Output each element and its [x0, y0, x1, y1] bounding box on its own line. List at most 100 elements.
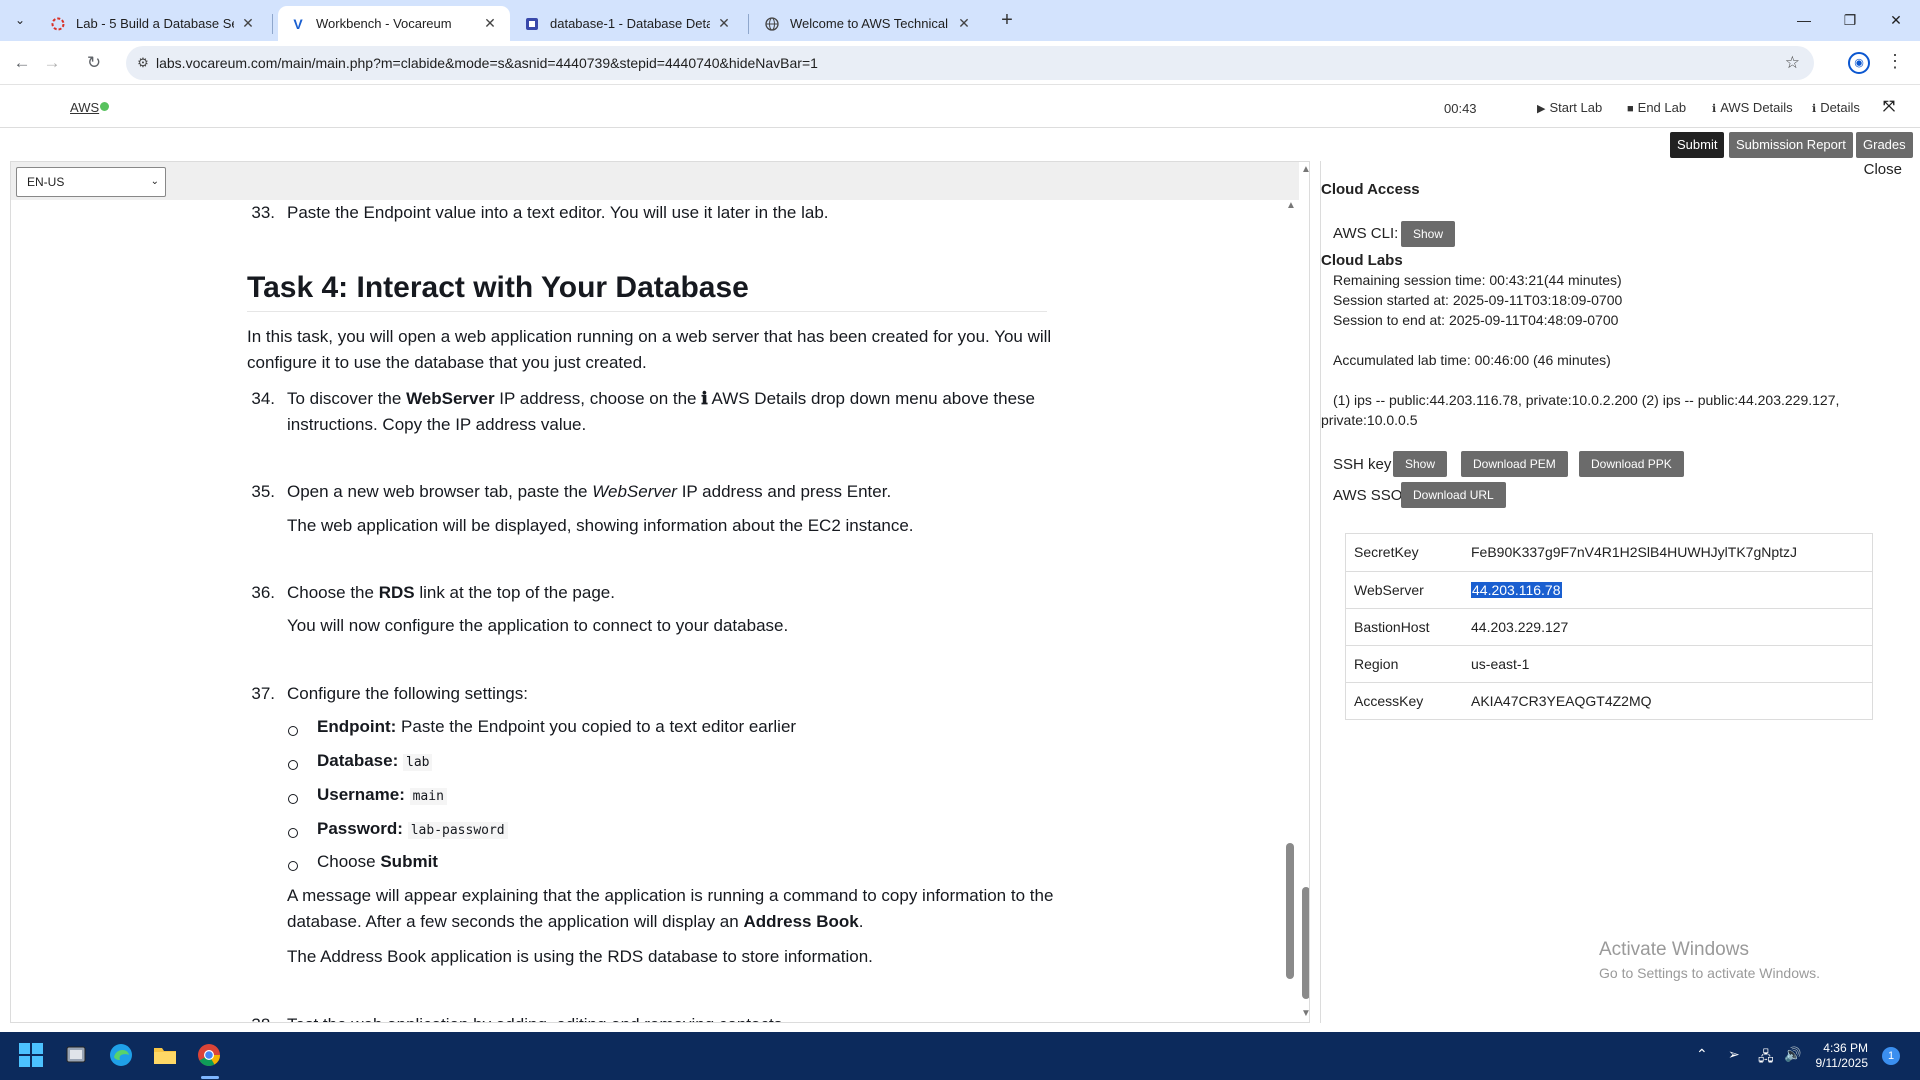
tab-divider — [272, 14, 273, 34]
language-select[interactable]: EN-US ⌄ — [16, 167, 166, 197]
step-note: The web application will be displayed, s… — [287, 516, 914, 535]
table-row: WebServer 44.203.116.78 — [1346, 571, 1872, 608]
profile-icon[interactable]: ◉ — [1848, 52, 1870, 74]
close-tab-icon[interactable]: ✕ — [482, 15, 498, 32]
row-value-selected[interactable]: 44.203.116.78 — [1471, 582, 1562, 598]
content-scrollbar-thumb[interactable] — [1286, 843, 1294, 979]
row-key: AccessKey — [1354, 693, 1424, 709]
step-text: Test the web application by adding, edit… — [287, 1012, 1067, 1022]
vocareum-top-bar: AWS 00:43 ▶ Start Lab ■ End Lab ℹ AWS Detai… — [0, 86, 1920, 128]
step-text: To discover the WebServer IP address, ch… — [287, 386, 1067, 438]
window-close-icon[interactable]: ✕ — [1876, 8, 1916, 32]
row-value[interactable]: us-east-1 — [1471, 656, 1529, 672]
language-selected-value: EN-US — [27, 175, 65, 189]
bullet-label: Database: — [317, 751, 399, 770]
tab-search-chevron-icon[interactable]: ⌄ — [8, 8, 32, 32]
start-lab-button[interactable]: ▶ Start Lab — [1537, 100, 1602, 115]
tab-aws-essentials[interactable]: Welcome to AWS Technical Esse ✕ — [752, 6, 984, 41]
accumulated-time: Accumulated lab time: 00:46:00 (46 minut… — [1333, 352, 1611, 368]
chrome-browser-icon[interactable] — [196, 1042, 224, 1070]
details-button[interactable]: ℹ Details — [1812, 100, 1860, 115]
close-tab-icon[interactable]: ✕ — [716, 15, 732, 32]
lab-status-indicator-icon — [100, 102, 109, 111]
panel-scrollbar[interactable]: ▲ ▼ — [1301, 162, 1309, 1022]
download-url-button[interactable]: Download URL — [1401, 482, 1506, 508]
fullscreen-expand-icon[interactable]: ⤧ — [1883, 98, 1895, 115]
location-icon[interactable]: ➢ — [1728, 1046, 1740, 1063]
site-info-icon[interactable]: ⚙ — [134, 54, 152, 72]
row-value[interactable]: 44.203.229.127 — [1471, 619, 1568, 635]
tab-workbench[interactable]: V Workbench - Vocareum ✕ — [278, 6, 510, 41]
close-tab-icon[interactable]: ✕ — [240, 15, 256, 32]
download-ppk-button[interactable]: Download PPK — [1579, 451, 1684, 477]
scroll-up-icon[interactable]: ▲ — [1286, 200, 1296, 211]
table-row: SecretKey FeB90K337g9F7nV4R1H2SlB4HUWHJy… — [1346, 534, 1872, 571]
close-tab-icon[interactable]: ✕ — [956, 15, 972, 32]
vocareum-favicon-icon: V — [293, 15, 303, 32]
back-arrow-icon[interactable]: ← — [10, 51, 34, 75]
bookmark-star-icon[interactable]: ☆ — [1785, 53, 1800, 73]
grades-button[interactable]: Grades — [1856, 132, 1913, 158]
close-panel-button[interactable]: Close — [1864, 161, 1902, 178]
scroll-down-icon[interactable]: ▼ — [1301, 1008, 1309, 1019]
step-number: 35. — [251, 482, 275, 501]
clock-date: 9/11/2025 — [1815, 1056, 1869, 1070]
aws-details-button[interactable]: ℹ AWS Details — [1712, 100, 1793, 115]
end-lab-button[interactable]: ■ End Lab — [1627, 100, 1686, 115]
forward-arrow-icon[interactable]: → — [40, 51, 64, 75]
step-text-part: Choose the — [287, 583, 379, 602]
url-text[interactable]: labs.vocareum.com/main/main.php?m=clabid… — [156, 55, 818, 71]
minimize-icon[interactable]: — — [1784, 8, 1824, 32]
step-text: Configure the following settings: — [287, 684, 528, 703]
notification-badge[interactable]: 1 — [1882, 1047, 1900, 1065]
network-icon[interactable]: 🖧 — [1758, 1046, 1774, 1070]
session-started: Session started at: 2025-09-11T03:18:09-… — [1333, 292, 1623, 308]
browser-tab-bar: ⌄ Lab - 5 Build a Database Server ✕ V Wo… — [0, 0, 1920, 41]
step-text: Choose the RDS link at the top of the pa… — [287, 580, 1067, 606]
session-timer: 00:43 — [1444, 101, 1477, 116]
row-value[interactable]: FeB90K337g9F7nV4R1H2SlB4HUWHJylTK7gNptzJ — [1471, 544, 1797, 560]
taskbar-clock[interactable]: 4:36 PM 9/11/2025 — [1812, 1041, 1869, 1071]
edge-browser-icon[interactable] — [108, 1042, 136, 1070]
aws-console-link[interactable]: AWS — [70, 100, 99, 115]
aws-cli-show-button[interactable]: Show — [1401, 221, 1456, 247]
aws-sso-label: AWS SSO — [1333, 487, 1403, 504]
rds-favicon-icon — [524, 16, 540, 32]
heading-divider — [247, 311, 1047, 312]
bullet-text: Choose Submit — [317, 849, 1097, 875]
submit-button[interactable]: Submit — [1670, 132, 1725, 158]
task-view-icon[interactable] — [63, 1042, 91, 1070]
chevron-down-icon: ⌄ — [150, 176, 159, 187]
bullet-icon — [287, 754, 301, 770]
panel-scrollbar-thumb[interactable] — [1302, 887, 1309, 999]
content-scrollbar[interactable]: ▲ — [1283, 200, 1297, 1022]
address-bar[interactable]: ⚙ labs.vocareum.com/main/main.php?m=clab… — [126, 46, 1814, 80]
restore-icon[interactable]: ❐ — [1830, 8, 1870, 32]
bullet-code: main — [409, 788, 447, 805]
chrome-menu-icon[interactable]: ⋮ — [1886, 51, 1904, 72]
instructions-panel: EN-US ⌄ 33. Paste the Endpoint value int… — [10, 161, 1310, 1023]
step-text-part: IP address, choose on the — [494, 389, 702, 408]
tab-database[interactable]: database-1 - Database Details | ✕ — [512, 6, 744, 41]
language-bar: EN-US ⌄ — [11, 162, 1299, 200]
ssh-show-button[interactable]: Show — [1393, 451, 1448, 477]
tab-lab[interactable]: Lab - 5 Build a Database Server ✕ — [38, 6, 268, 41]
start-lab-label: Start Lab — [1549, 100, 1603, 115]
new-tab-plus-icon[interactable]: + — [993, 8, 1021, 32]
volume-icon[interactable]: 🔊 — [1784, 1046, 1801, 1063]
task-heading: Task 4: Interact with Your Database — [247, 271, 749, 304]
browser-toolbar: ← → ↻ ⚙ labs.vocareum.com/main/main.php?… — [0, 41, 1920, 85]
submission-report-button[interactable]: Submission Report — [1729, 132, 1853, 158]
globe-icon — [764, 16, 780, 32]
row-value[interactable]: AKIA47CR3YEAQGT4Z2MQ — [1471, 693, 1652, 709]
reload-icon[interactable]: ↻ — [82, 51, 106, 75]
bullet-icon — [287, 855, 301, 871]
scroll-up-icon[interactable]: ▲ — [1301, 164, 1309, 175]
file-explorer-icon[interactable] — [152, 1042, 180, 1070]
tray-overflow-chevron-icon[interactable]: ⌃ — [1696, 1046, 1708, 1063]
bullet-text: Password: lab-password — [317, 816, 1097, 844]
download-pem-button[interactable]: Download PEM — [1461, 451, 1568, 477]
ips-line-2: private:10.0.0.5 — [1321, 412, 1418, 428]
step-text-part: IP address and press Enter. — [676, 482, 892, 501]
windows-start-icon[interactable] — [18, 1042, 46, 1070]
